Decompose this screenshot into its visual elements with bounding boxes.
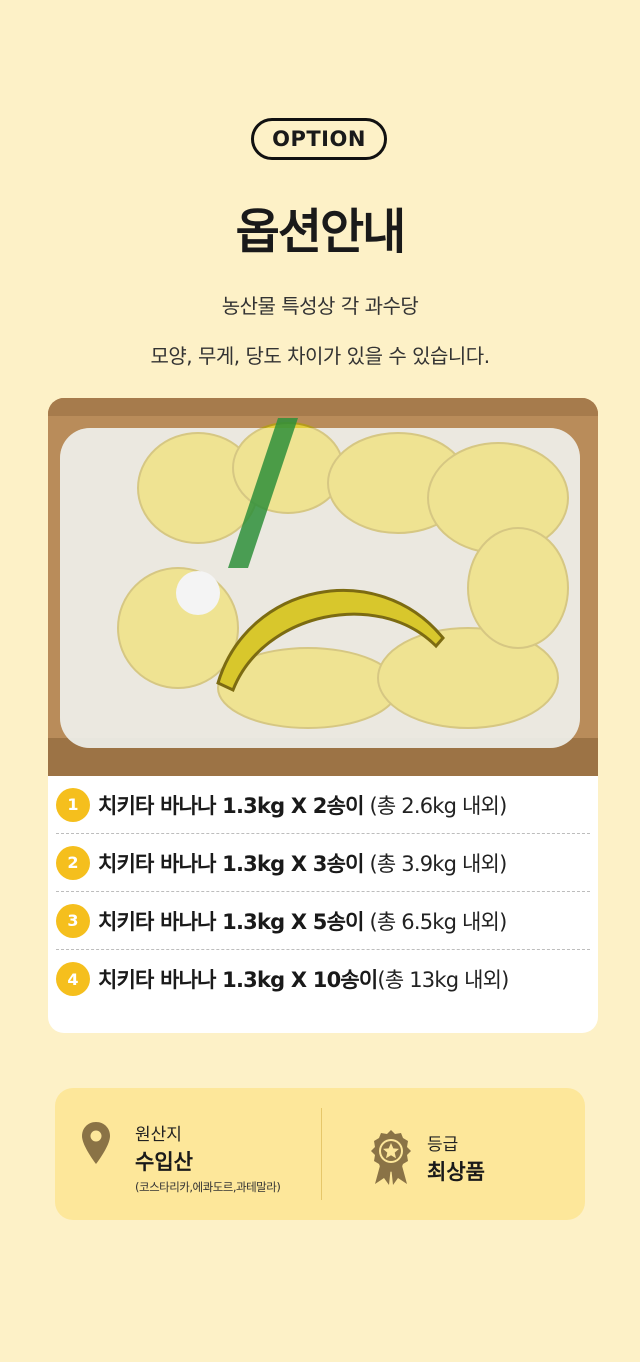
origin-note: (코스타리카,에콰도르,과테말라) xyxy=(135,1180,281,1194)
option-main-text: 치키타 바나나 1.3kg X 5송이 xyxy=(98,909,364,934)
award-badge-icon xyxy=(371,1130,411,1185)
page-title: 옵션안내 xyxy=(235,204,407,260)
grade-value: 최상품 xyxy=(427,1160,485,1184)
origin-label: 원산지 xyxy=(135,1125,182,1145)
option-sub-text: (총 13kg 내외) xyxy=(377,968,509,992)
option-card: 1 치키타 바나나 1.3kg X 2송이 (총 2.6kg 내외) 2 치키타… xyxy=(48,398,598,1033)
option-number-badge: 3 xyxy=(56,903,90,938)
option-row-3[interactable]: 3 치키타 바나나 1.3kg X 5송이 (총 6.5kg 내외) xyxy=(56,892,590,950)
option-row-1[interactable]: 1 치키타 바나나 1.3kg X 2송이 (총 2.6kg 내외) xyxy=(56,776,590,834)
option-label: 치키타 바나나 1.3kg X 2송이 (총 2.6kg 내외) xyxy=(98,790,507,820)
description-line-2: 모양, 무게, 당도 차이가 있을 수 있습니다. xyxy=(150,344,490,368)
option-label: 치키타 바나나 1.3kg X 3송이 (총 3.9kg 내외) xyxy=(98,848,507,878)
option-label: 치키타 바나나 1.3kg X 10송이(총 13kg 내외) xyxy=(98,964,509,994)
option-number-badge: 2 xyxy=(56,845,90,880)
grade-label: 등급 xyxy=(427,1135,459,1155)
description-line-1: 농산물 특성상 각 과수당 xyxy=(221,294,419,318)
option-sub-text: (총 6.5kg 내외) xyxy=(363,909,507,934)
option-main-text: 치키타 바나나 1.3kg X 3송이 xyxy=(98,851,364,876)
info-divider xyxy=(321,1108,322,1200)
option-row-2[interactable]: 2 치키타 바나나 1.3kg X 3송이 (총 3.9kg 내외) xyxy=(56,834,590,892)
option-sub-text: (총 3.9kg 내외) xyxy=(363,851,507,876)
option-list: 1 치키타 바나나 1.3kg X 2송이 (총 2.6kg 내외) 2 치키타… xyxy=(48,776,598,1008)
banana-box-illustration xyxy=(48,398,598,776)
option-number-badge: 4 xyxy=(56,962,90,996)
option-badge: OPTION xyxy=(251,118,387,160)
option-main-text: 치키타 바나나 1.3kg X 2송이 xyxy=(98,793,364,818)
option-sub-text: (총 2.6kg 내외) xyxy=(363,793,507,818)
banana-box-photo xyxy=(48,398,598,776)
origin-value: 수입산 xyxy=(135,1150,193,1174)
option-number-badge: 1 xyxy=(56,787,90,822)
product-info-box: 원산지 수입산 (코스타리카,에콰도르,과테말라) 등급 최상품 xyxy=(55,1088,585,1220)
option-main-text: 치키타 바나나 1.3kg X 10송이 xyxy=(98,968,378,992)
location-pin-icon xyxy=(82,1122,110,1164)
option-row-4[interactable]: 4 치키타 바나나 1.3kg X 10송이(총 13kg 내외) xyxy=(56,950,590,1008)
option-label: 치키타 바나나 1.3kg X 5송이 (총 6.5kg 내외) xyxy=(98,906,507,936)
